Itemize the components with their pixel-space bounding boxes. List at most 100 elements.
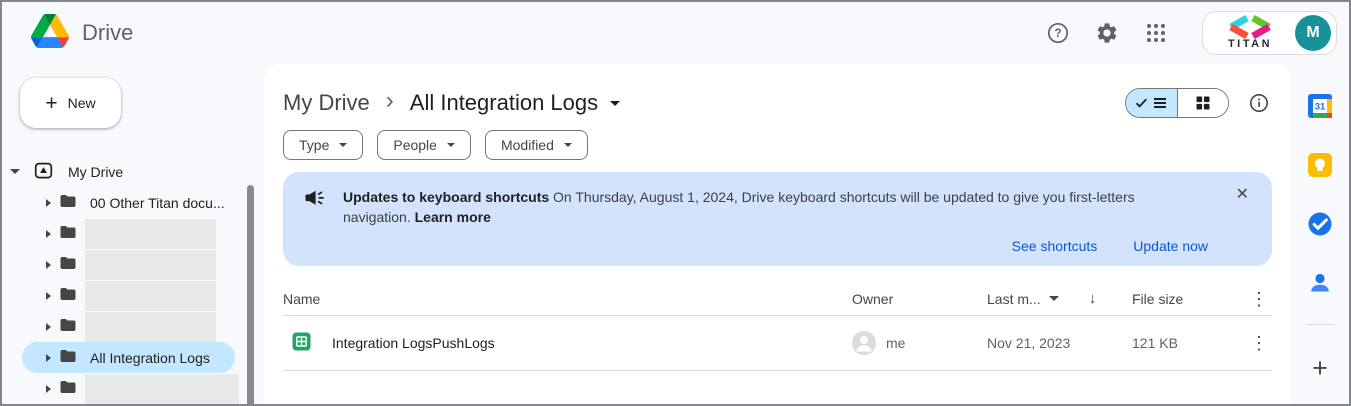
tree-item-folder[interactable] <box>2 280 264 311</box>
close-icon[interactable]: ✕ <box>1234 185 1251 205</box>
learn-more-link[interactable]: Learn more <box>415 209 491 225</box>
folder-tree: My Drive 00 Other Titan docu... All Inte… <box>2 156 264 404</box>
filter-type[interactable]: Type <box>283 130 364 160</box>
google-sheet-icon <box>292 332 311 354</box>
filter-modified-label: Modified <box>500 137 554 153</box>
collapsed-caret-icon[interactable] <box>46 322 51 331</box>
side-panel-rail: 31 + <box>1291 64 1349 404</box>
column-header-modified[interactable]: Last m... ↓ <box>987 290 1132 307</box>
table-row[interactable]: Integration LogsPushLogs me Nov 21, 2023… <box>283 316 1272 371</box>
redacted-label <box>85 249 216 280</box>
account-pill[interactable]: TITAN M <box>1202 11 1337 55</box>
calendar-icon[interactable]: 31 <box>1306 92 1334 120</box>
grid-view-button[interactable] <box>1177 89 1228 117</box>
check-icon <box>1136 98 1148 108</box>
file-table: Name Owner Last m... ↓ File size ⋮ Integ… <box>283 282 1272 371</box>
view-toggle <box>1125 88 1229 118</box>
dropdown-caret-icon <box>610 100 621 106</box>
drive-logo-icon <box>31 13 69 53</box>
tree-item-label: My Drive <box>68 163 124 180</box>
collapsed-caret-icon[interactable] <box>46 353 51 362</box>
redacted-label <box>85 311 216 342</box>
sidebar-scrollbar[interactable] <box>247 185 254 404</box>
banner-actions: See shortcuts Update now <box>303 238 1252 254</box>
tree-item-folder[interactable] <box>2 373 264 404</box>
file-name-cell: Integration LogsPushLogs <box>283 332 852 354</box>
table-header-row: Name Owner Last m... ↓ File size ⋮ <box>283 282 1272 316</box>
tree-item-folder[interactable] <box>2 311 264 342</box>
folder-icon <box>59 192 77 213</box>
user-avatar[interactable]: M <box>1295 15 1331 51</box>
list-view-button[interactable] <box>1126 89 1178 117</box>
column-header-owner[interactable]: Owner <box>852 291 987 307</box>
dropdown-caret-icon <box>339 143 348 147</box>
filter-chips: Type People Modified <box>283 130 1272 160</box>
tree-item-label: All Integration Logs <box>90 349 210 366</box>
drive-window: Drive ? TITAN M + New My Drive 00 Other … <box>0 0 1351 406</box>
contacts-icon[interactable] <box>1306 269 1334 297</box>
update-now-button[interactable]: Update now <box>1133 238 1208 254</box>
drive-brand: Drive <box>31 13 134 53</box>
rail-divider <box>1305 324 1335 325</box>
app-title: Drive <box>82 20 134 45</box>
add-panel-icon[interactable]: + <box>1312 355 1328 382</box>
svg-text:?: ? <box>1054 28 1061 40</box>
tree-item-folder[interactable] <box>2 218 264 249</box>
expand-caret-icon[interactable] <box>10 169 20 174</box>
tree-item-folder[interactable] <box>2 249 264 280</box>
new-button[interactable]: + New <box>20 78 121 128</box>
collapsed-caret-icon[interactable] <box>46 198 51 207</box>
tasks-icon[interactable] <box>1306 210 1334 238</box>
list-icon <box>1154 98 1167 108</box>
help-icon[interactable]: ? <box>1045 20 1071 46</box>
banner-text: Updates to keyboard shortcuts On Thursda… <box>343 187 1153 227</box>
sidebar: + New My Drive 00 Other Titan docu... Al… <box>2 64 264 404</box>
dropdown-caret-icon <box>563 143 572 147</box>
my-drive-icon <box>34 161 53 183</box>
size-cell: 121 KB <box>1132 335 1178 351</box>
collapsed-caret-icon[interactable] <box>46 260 51 269</box>
column-header-modified-label: Last m... <box>987 290 1041 307</box>
row-options-kebab-icon[interactable]: ⋮ <box>1246 334 1272 352</box>
table-options-kebab-icon[interactable]: ⋮ <box>1246 290 1272 308</box>
folder-icon <box>59 378 77 399</box>
tree-item-folder[interactable]: 00 Other Titan docu... <box>2 187 264 218</box>
redacted-label <box>85 280 216 311</box>
filter-modified[interactable]: Modified <box>484 130 588 160</box>
plus-icon: + <box>45 91 58 115</box>
megaphone-icon <box>303 187 326 227</box>
column-header-size[interactable]: File size <box>1132 291 1244 307</box>
owner-avatar-icon <box>852 331 876 355</box>
breadcrumb-current[interactable]: All Integration Logs <box>410 90 621 116</box>
svg-text:TITAN: TITAN <box>1228 38 1272 49</box>
redacted-label <box>85 218 216 249</box>
breadcrumb: My Drive › All Integration Logs <box>283 88 1272 118</box>
collapsed-caret-icon[interactable] <box>46 229 51 238</box>
collapsed-caret-icon[interactable] <box>46 384 51 393</box>
settings-gear-icon[interactable] <box>1094 20 1120 46</box>
sort-direction-icon[interactable]: ↓ <box>1089 290 1097 307</box>
collapsed-caret-icon[interactable] <box>46 291 51 300</box>
dropdown-caret-icon <box>446 143 455 147</box>
banner-title: Updates to keyboard shortcuts <box>343 189 550 205</box>
file-name: Integration LogsPushLogs <box>332 335 495 351</box>
info-icon[interactable] <box>1246 90 1272 116</box>
tree-item-all-integration-logs[interactable]: All Integration Logs <box>22 342 235 373</box>
see-shortcuts-button[interactable]: See shortcuts <box>1012 238 1098 254</box>
grid-icon <box>1196 96 1210 110</box>
tree-item-my-drive[interactable]: My Drive <box>2 156 264 187</box>
main-content: My Drive › All Integration Logs Type Peo… <box>264 64 1291 404</box>
top-bar: Drive ? TITAN M <box>2 2 1349 64</box>
filter-type-label: Type <box>299 137 330 153</box>
folder-icon <box>59 285 77 306</box>
keyboard-shortcuts-banner: Updates to keyboard shortcuts On Thursda… <box>283 172 1272 266</box>
modified-cell: Nov 21, 2023 <box>987 335 1071 351</box>
column-header-name[interactable]: Name <box>283 291 852 307</box>
tree-item-label: 00 Other Titan docu... <box>90 194 225 211</box>
keep-icon[interactable] <box>1306 151 1334 179</box>
owner-cell: me <box>852 331 987 355</box>
breadcrumb-parent[interactable]: My Drive <box>283 90 370 116</box>
folder-icon <box>59 316 77 337</box>
apps-grid-icon[interactable] <box>1143 20 1169 46</box>
filter-people[interactable]: People <box>377 130 471 160</box>
